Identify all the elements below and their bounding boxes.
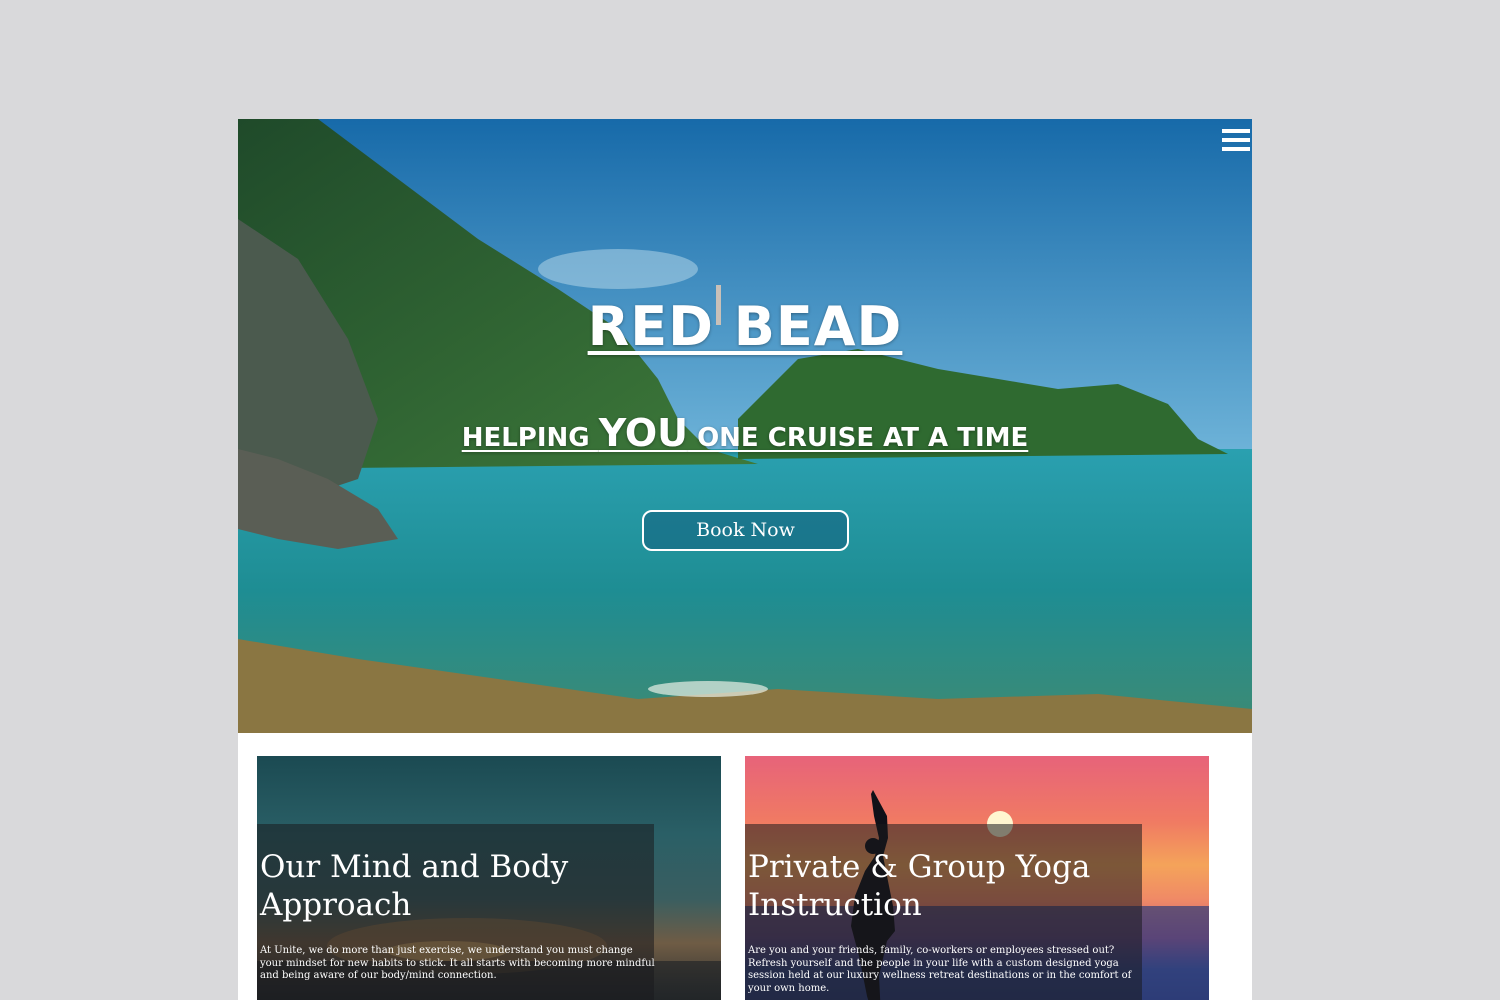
page-frame: RED BEAD HELPING YOU ONE CRUISE AT A TIM… <box>238 119 1252 1000</box>
card-text: At Unite, we do more than just exercise,… <box>260 945 655 981</box>
tagline-emphasis: YOU <box>598 411 689 455</box>
hero-tagline: HELPING YOU ONE CRUISE AT A TIME <box>238 411 1252 455</box>
book-now-button[interactable]: Book Now <box>642 510 849 551</box>
hero-section: RED BEAD HELPING YOU ONE CRUISE AT A TIM… <box>238 119 1252 733</box>
hamburger-menu-icon[interactable] <box>1222 129 1250 155</box>
card-title: Private & Group Yoga Instruction <box>748 849 1091 923</box>
card-title: Our Mind and Body Approach <box>260 849 569 923</box>
hero-title: RED BEAD <box>587 295 903 358</box>
tagline-pre: HELPING <box>461 423 599 453</box>
mind-body-card[interactable]: Our Mind and Body Approach At Unite, we … <box>257 756 721 1000</box>
tagline-post: ONE CRUISE AT A TIME <box>688 423 1029 453</box>
yoga-instruction-card[interactable]: Private & Group Yoga Instruction Are you… <box>745 756 1209 1000</box>
card-text: Are you and your friends, family, co-wor… <box>748 945 1132 994</box>
